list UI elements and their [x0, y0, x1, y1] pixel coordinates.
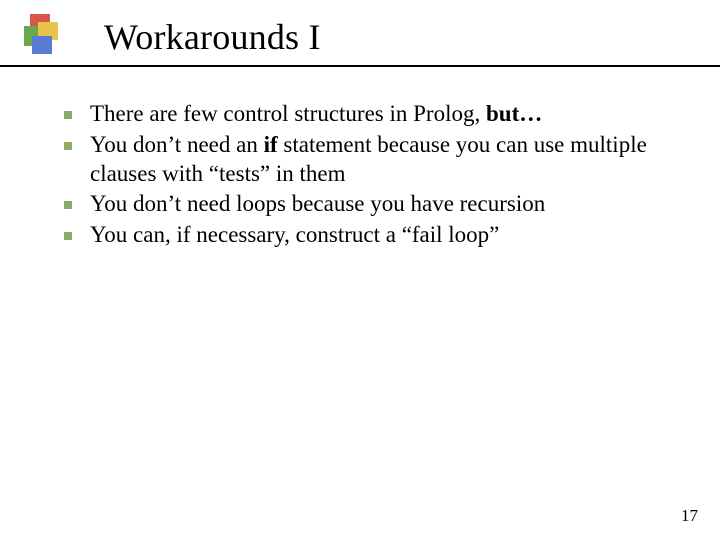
- bullet-text: You can, if necessary, construct a “fail…: [90, 221, 680, 250]
- list-item: There are few control structures in Prol…: [64, 100, 680, 129]
- slide-title: Workarounds I: [104, 16, 321, 58]
- bullet-icon: [64, 232, 72, 240]
- title-underline: [0, 65, 720, 67]
- bullet-icon: [64, 142, 72, 150]
- slide: Workarounds I There are few control stru…: [0, 0, 720, 540]
- list-item: You don’t need loops because you have re…: [64, 190, 680, 219]
- bullet-text: There are few control structures in Prol…: [90, 100, 680, 129]
- page-number: 17: [681, 506, 698, 526]
- bullet-text: You don’t need an if statement because y…: [90, 131, 680, 189]
- list-item: You can, if necessary, construct a “fail…: [64, 221, 680, 250]
- bullet-icon: [64, 111, 72, 119]
- slide-body: There are few control structures in Prol…: [64, 100, 680, 252]
- bullet-icon: [64, 201, 72, 209]
- list-item: You don’t need an if statement because y…: [64, 131, 680, 189]
- slide-logo-icon: [24, 14, 70, 60]
- bullet-text: You don’t need loops because you have re…: [90, 190, 680, 219]
